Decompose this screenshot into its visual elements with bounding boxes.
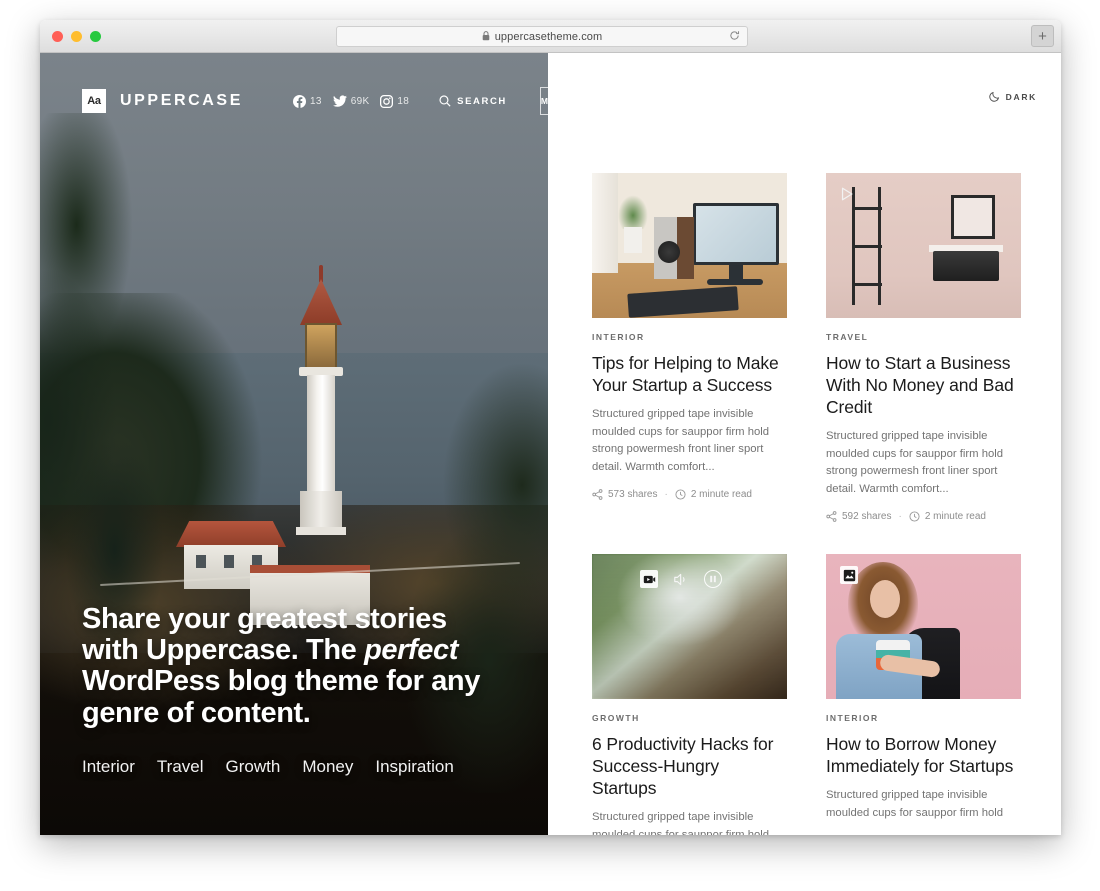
search-label: SEARCH: [457, 95, 507, 107]
clock-icon: [909, 511, 920, 522]
lighthouse-illustration: [278, 265, 364, 595]
pause-icon[interactable]: [704, 570, 722, 589]
hero-section: Aa UPPERCASE 13 69K 18 SEARCH M Share yo…: [40, 53, 548, 835]
traffic-lights: [52, 30, 101, 42]
hero-category-inspiration[interactable]: Inspiration: [375, 757, 453, 777]
hero-category-money[interactable]: Money: [302, 757, 353, 777]
post-card[interactable]: TRAVEL How to Start a Business With No M…: [826, 173, 1021, 522]
post-excerpt: Structured gripped tape invisible moulde…: [592, 811, 770, 835]
post-read-time: 2 minute read: [675, 489, 752, 500]
post-title[interactable]: How to Start a Business With No Money an…: [826, 352, 1021, 418]
reload-icon[interactable]: [729, 30, 740, 44]
post-category[interactable]: GROWTH: [592, 713, 787, 723]
post-read-time: 2 minute read: [909, 511, 986, 522]
audio-icon[interactable]: [672, 570, 690, 588]
twitter-icon: [332, 94, 347, 107]
post-format-badges: [640, 570, 722, 589]
instagram-count: 18: [397, 95, 410, 107]
video-icon[interactable]: [640, 570, 658, 589]
post-category[interactable]: INTERIOR: [826, 713, 1021, 723]
meta-separator: ·: [664, 489, 668, 501]
post-title[interactable]: How to Borrow Money Immediately for Star…: [826, 733, 1021, 777]
meta-separator: ·: [898, 511, 902, 523]
post-thumbnail[interactable]: [592, 173, 787, 318]
post-category[interactable]: INTERIOR: [592, 332, 787, 342]
browser-window: uppercasetheme.com + Aa UPPERCASE 13 69K…: [40, 20, 1061, 835]
maximize-window-button[interactable]: [90, 30, 101, 42]
hero-title-line-2a: with Uppercase. The: [82, 634, 365, 667]
post-shares: 592 shares: [826, 511, 891, 522]
hero-title-emphasis: perfect: [364, 634, 458, 667]
minimize-window-button[interactable]: [71, 30, 82, 42]
social-link-instagram[interactable]: 18: [380, 94, 410, 108]
hero-category-interior[interactable]: Interior: [82, 757, 135, 777]
post-card[interactable]: INTERIOR How to Borrow Money Immediately…: [826, 554, 1021, 835]
post-format-badges: [840, 566, 858, 585]
post-card[interactable]: GROWTH 6 Productivity Hacks for Success-…: [592, 554, 787, 835]
post-excerpt: Structured gripped tape invisible moulde…: [592, 408, 770, 473]
post-excerpt: Structured gripped tape invisible moulde…: [826, 430, 1004, 495]
instagram-icon: [380, 94, 394, 108]
post-category[interactable]: TRAVEL: [826, 332, 1021, 342]
twitter-count: 69K: [350, 95, 370, 107]
social-link-twitter[interactable]: 69K: [332, 94, 370, 108]
play-icon[interactable]: [838, 185, 856, 203]
browser-titlebar: uppercasetheme.com +: [40, 20, 1061, 53]
social-links: 13 69K 18: [292, 94, 410, 108]
post-read-time-text: 2 minute read: [924, 511, 986, 523]
dark-mode-label: DARK: [1005, 91, 1037, 102]
moon-icon: [989, 91, 999, 102]
share-icon: [826, 511, 837, 522]
post-thumbnail[interactable]: [826, 554, 1021, 700]
dark-mode-toggle[interactable]: DARK: [989, 91, 1037, 102]
site-logo[interactable]: Aa UPPERCASE: [82, 89, 243, 113]
post-thumbnail[interactable]: [592, 554, 787, 700]
url-text: uppercasetheme.com: [494, 30, 603, 43]
search-button[interactable]: SEARCH: [439, 95, 507, 107]
lock-icon: [482, 28, 490, 46]
content-column: DARK INTERIOR Tips for Helping to Make Y…: [548, 53, 1061, 835]
post-meta: 573 shares · 2 minute read: [592, 489, 787, 500]
logo-text: UPPERCASE: [120, 92, 243, 109]
page-viewport: Aa UPPERCASE 13 69K 18 SEARCH M Share yo…: [40, 53, 1061, 835]
hero-category-growth[interactable]: Growth: [226, 757, 281, 777]
post-card[interactable]: INTERIOR Tips for Helping to Make Your S…: [592, 173, 787, 522]
post-title[interactable]: 6 Productivity Hacks for Success-Hungry …: [592, 733, 787, 799]
social-link-facebook[interactable]: 13: [292, 94, 322, 108]
logo-mark: Aa: [82, 89, 106, 113]
share-icon: [592, 489, 603, 500]
post-read-time-text: 2 minute read: [690, 489, 752, 501]
facebook-count: 13: [309, 95, 322, 107]
close-window-button[interactable]: [52, 30, 63, 42]
post-title[interactable]: Tips for Helping to Make Your Startup a …: [592, 352, 787, 396]
search-icon: [439, 95, 451, 107]
facebook-icon: [292, 94, 306, 108]
post-meta: 592 shares · 2 minute read: [826, 511, 1021, 522]
gallery-icon[interactable]: [840, 566, 858, 585]
new-tab-button[interactable]: +: [1031, 25, 1054, 47]
clock-icon: [675, 489, 686, 500]
hero-title-line-1: Share your greatest stories: [82, 602, 447, 635]
post-thumbnail[interactable]: [826, 173, 1021, 318]
hero-category-travel[interactable]: Travel: [157, 757, 204, 777]
post-shares-text: 592 shares: [842, 511, 892, 523]
post-shares: 573 shares: [592, 489, 657, 500]
post-excerpt: Structured gripped tape invisible moulde…: [826, 789, 1004, 819]
menu-button[interactable]: MENU: [539, 87, 548, 115]
hero-copy: Share your greatest stories with Upperca…: [82, 602, 512, 777]
post-shares-text: 573 shares: [608, 489, 658, 501]
post-format-badges: [838, 185, 856, 203]
hero-category-links: Interior Travel Growth Money Inspiration: [82, 757, 512, 777]
address-bar[interactable]: uppercasetheme.com: [336, 26, 748, 47]
site-header: Aa UPPERCASE 13 69K 18 SEARCH M: [40, 53, 548, 115]
hero-title-line-3: WordPess blog theme for any: [82, 665, 480, 698]
hero-title-line-4: genre of content.: [82, 696, 311, 729]
hero-title: Share your greatest stories with Upperca…: [82, 602, 512, 729]
post-grid: INTERIOR Tips for Helping to Make Your S…: [592, 173, 1037, 835]
